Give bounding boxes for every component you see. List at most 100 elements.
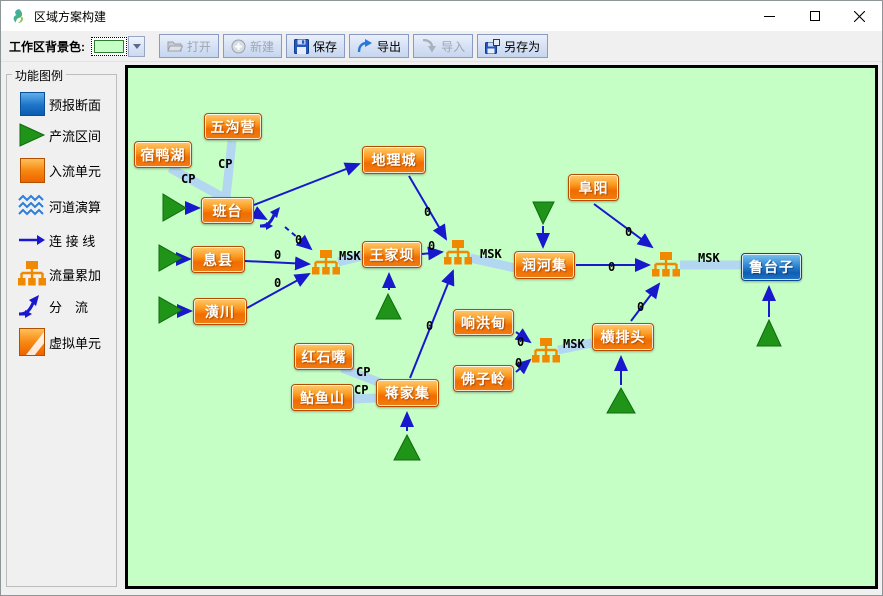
close-button[interactable] bbox=[837, 1, 882, 31]
node-xianghongdian[interactable]: 响洪甸 bbox=[453, 309, 514, 336]
node-runheji[interactable]: 润河集 bbox=[514, 251, 575, 279]
edge-label: 0 bbox=[608, 260, 615, 274]
edge-label: 0 bbox=[274, 276, 281, 290]
chevron-down-icon bbox=[133, 44, 141, 49]
minimize-button[interactable] bbox=[747, 1, 792, 31]
node-huangchuan[interactable]: 潢川 bbox=[193, 298, 247, 325]
accumulate-node-1[interactable] bbox=[312, 250, 340, 275]
node-dilicheng[interactable]: 地理城 bbox=[362, 146, 426, 174]
node-suyahu[interactable]: 宿鸭湖 bbox=[134, 141, 192, 168]
node-hongshizui[interactable]: 红石嘴 bbox=[294, 343, 354, 370]
line-hengpaitou-accum3[interactable] bbox=[631, 284, 659, 321]
sidebar: 功能图例 预报断面 产流区间 入流单元 bbox=[1, 62, 121, 595]
legend-title: 功能图例 bbox=[12, 67, 66, 84]
runoff-triangle-hengpaitou[interactable] bbox=[607, 388, 635, 413]
import-icon bbox=[421, 39, 437, 53]
edge-label: 0 bbox=[424, 205, 431, 219]
bg-color-dropdown-button[interactable] bbox=[128, 36, 145, 57]
line-bantai-split[interactable] bbox=[255, 213, 266, 219]
virtual-unit-icon bbox=[17, 327, 47, 357]
legend-item-connection-line[interactable]: 连 接 线 bbox=[17, 225, 95, 255]
toolbar: 工作区背景色: 打开 新建 保存 bbox=[1, 31, 882, 62]
line-bantai-dilicheng[interactable] bbox=[254, 164, 359, 205]
legend-item-virtual-unit[interactable]: 虚拟单元 bbox=[17, 327, 101, 357]
green-triangle-icon bbox=[17, 120, 47, 150]
edge-label: 0 bbox=[428, 239, 435, 253]
runoff-triangle-lutaizi[interactable] bbox=[757, 320, 781, 346]
accumulate-node-3[interactable] bbox=[652, 252, 680, 277]
legend-item-flow-accumulate[interactable]: 流量累加 bbox=[17, 259, 101, 289]
workspace-bg-color-label: 工作区背景色: bbox=[9, 38, 85, 55]
legend-item-split-flow[interactable]: 分 流 bbox=[17, 291, 88, 321]
wave-icon bbox=[17, 191, 47, 221]
node-jiangjiaji[interactable]: 蒋家集 bbox=[376, 379, 439, 407]
accumulate-node-4[interactable] bbox=[532, 338, 560, 363]
bg-color-picker[interactable] bbox=[91, 36, 145, 57]
edge-label: CP bbox=[218, 157, 232, 171]
new-button[interactable]: 新建 bbox=[223, 34, 282, 58]
split-icon bbox=[17, 291, 47, 321]
legend-item-channel-routing[interactable]: 河道演算 bbox=[17, 191, 101, 221]
edge-label: 0 bbox=[295, 233, 302, 247]
node-nianyushan[interactable]: 鲇鱼山 bbox=[291, 384, 354, 411]
line-fuyang-accum3[interactable] bbox=[594, 204, 652, 247]
node-foziling[interactable]: 佛子岭 bbox=[453, 365, 514, 392]
save-button[interactable]: 保存 bbox=[286, 34, 345, 58]
node-lutaizi[interactable]: 鲁台子 bbox=[741, 253, 802, 281]
orange-square-icon bbox=[17, 155, 47, 185]
arrow-icon bbox=[17, 225, 47, 255]
runoff-triangle-jiangjiaji[interactable] bbox=[394, 435, 420, 460]
runoff-triangle-runheji[interactable] bbox=[533, 202, 554, 224]
runoff-triangle-wangjiaba[interactable] bbox=[376, 294, 401, 319]
node-wugouying[interactable]: 五沟营 bbox=[204, 113, 262, 140]
edge-label: 0 bbox=[426, 319, 433, 333]
legend-item-forecast-section[interactable]: 预报断面 bbox=[17, 89, 101, 119]
maximize-icon bbox=[810, 11, 820, 21]
runoff-triangle-bantai[interactable] bbox=[163, 194, 186, 221]
accumulate-node-2[interactable] bbox=[444, 240, 472, 265]
minimize-icon bbox=[764, 16, 775, 17]
runoff-triangle-xixian[interactable] bbox=[159, 245, 182, 271]
import-button[interactable]: 导入 bbox=[413, 34, 473, 58]
node-wangjiaba[interactable]: 王家坝 bbox=[362, 241, 422, 268]
runoff-triangle-huangchuan[interactable] bbox=[159, 297, 182, 323]
open-button[interactable]: 打开 bbox=[159, 34, 219, 58]
edge-label: CP bbox=[181, 172, 195, 186]
save-as-button[interactable]: 另存为 bbox=[477, 34, 548, 58]
app-window: 区域方案构建 工作区背景色: 打开 bbox=[0, 0, 883, 596]
blue-square-icon bbox=[17, 89, 47, 119]
band-nianyushan-jiangjiaji[interactable] bbox=[354, 398, 377, 399]
close-icon bbox=[854, 11, 865, 22]
bg-color-swatch bbox=[94, 40, 124, 53]
edge-label: 0 bbox=[637, 300, 644, 314]
edge-label: CP bbox=[356, 365, 370, 379]
node-fuyang[interactable]: 阜阳 bbox=[568, 174, 619, 201]
maximize-button[interactable] bbox=[792, 1, 837, 31]
window-title: 区域方案构建 bbox=[34, 8, 106, 25]
edge-label: MSK bbox=[698, 251, 720, 265]
edge-label: CP bbox=[354, 383, 368, 397]
edge-label: MSK bbox=[563, 337, 585, 351]
legend-item-inflow-unit[interactable]: 入流单元 bbox=[17, 155, 101, 185]
export-button[interactable]: 导出 bbox=[349, 34, 409, 58]
accumulate-icon bbox=[17, 259, 47, 289]
edge-label: 0 bbox=[517, 335, 524, 349]
folder-open-icon bbox=[167, 39, 183, 53]
titlebar: 区域方案构建 bbox=[1, 1, 882, 31]
save-icon bbox=[294, 39, 309, 54]
edge-label: 0 bbox=[274, 248, 281, 262]
node-xixian[interactable]: 息县 bbox=[191, 246, 245, 273]
app-logo-icon bbox=[10, 8, 26, 24]
export-icon bbox=[357, 39, 373, 53]
edge-label: 0 bbox=[515, 356, 522, 370]
edge-label: 0 bbox=[625, 225, 632, 239]
node-bantai[interactable]: 班台 bbox=[201, 197, 254, 224]
legend-item-runoff-interval[interactable]: 产流区间 bbox=[17, 120, 101, 150]
workspace-canvas[interactable]: CP CP CP CP MSK MSK MSK MSK 0 0 0 0 0 0 … bbox=[125, 65, 878, 589]
new-plus-icon bbox=[231, 39, 246, 54]
save-as-icon bbox=[485, 39, 500, 54]
edge-label: MSK bbox=[339, 249, 361, 263]
band-suyahu-bantai[interactable] bbox=[170, 168, 226, 199]
node-hengpaitou[interactable]: 横排头 bbox=[592, 323, 654, 351]
edge-label: MSK bbox=[480, 247, 502, 261]
